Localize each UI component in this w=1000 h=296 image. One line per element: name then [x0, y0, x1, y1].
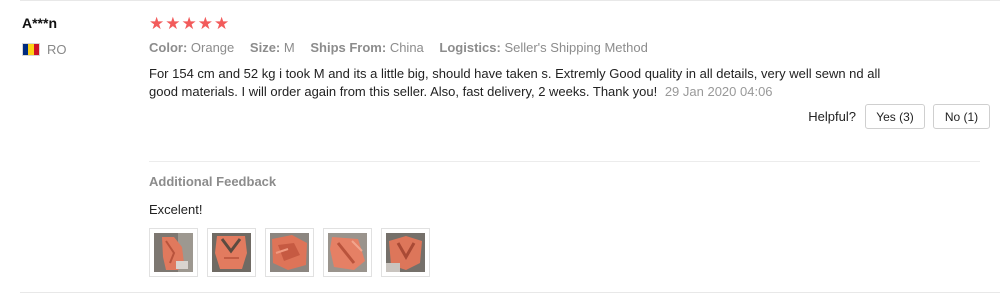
attr-size-value: M	[283, 40, 295, 55]
helpful-no-button[interactable]: No (1)	[933, 104, 990, 129]
star-icon: ★	[149, 14, 165, 33]
helpful-yes-button[interactable]: Yes (3)	[865, 104, 925, 129]
country-code: RO	[47, 42, 67, 57]
review-comment: For 154 cm and 52 kg i took M and its a …	[149, 65, 889, 101]
section-divider	[149, 161, 980, 162]
star-rating: ★ ★ ★ ★ ★	[149, 14, 979, 34]
attr-logistics: Logistics: Seller's Shipping Method	[439, 40, 647, 55]
swimsuit-photo-image	[386, 233, 425, 272]
additional-feedback-text: Excelent!	[149, 202, 203, 217]
attr-color: Color: Orange	[149, 40, 234, 55]
photo-thumbnail[interactable]	[149, 228, 198, 277]
photo-thumbnails	[149, 228, 430, 277]
star-icon: ★	[165, 14, 181, 33]
helpful-label: Helpful?	[808, 109, 856, 124]
photo-thumbnail[interactable]	[265, 228, 314, 277]
star-icon: ★	[181, 14, 197, 33]
top-divider	[20, 0, 1000, 1]
attr-ships-from: Ships From: China	[310, 40, 423, 55]
photo-thumbnail[interactable]	[381, 228, 430, 277]
attr-logistics-label: Logistics:	[439, 40, 501, 55]
swimsuit-photo-image	[270, 233, 309, 272]
additional-feedback-title: Additional Feedback	[149, 174, 277, 189]
helpful-vote: Helpful? Yes (3) No (1)	[808, 104, 990, 129]
reviewer-name: A***n	[22, 15, 58, 31]
review-date: 29 Jan 2020 04:06	[664, 84, 773, 99]
swimsuit-photo-image	[328, 233, 367, 272]
review-body: ★ ★ ★ ★ ★ Color: Orange Size: M Ships From: …	[149, 14, 979, 99]
attr-logistics-value: Seller's Shipping Method	[504, 40, 648, 55]
swimsuit-photo-image	[212, 233, 251, 272]
attr-size-label: Size:	[249, 40, 281, 55]
bottom-divider	[20, 292, 1000, 293]
attr-ships-from-value: China	[389, 40, 424, 55]
attr-ships-from-label: Ships From:	[310, 40, 387, 55]
star-icon: ★	[197, 14, 213, 33]
attr-size: Size: M	[250, 40, 295, 55]
star-icon: ★	[214, 14, 230, 33]
photo-thumbnail[interactable]	[323, 228, 372, 277]
photo-thumbnail[interactable]	[207, 228, 256, 277]
swimsuit-photo-image	[154, 233, 193, 272]
order-attributes: Color: Orange Size: M Ships From: China …	[149, 40, 660, 55]
romania-flag-icon	[22, 43, 40, 56]
attr-color-value: Orange	[190, 40, 235, 55]
reviewer-info: A***n RO	[22, 14, 67, 57]
flag-stripe-red	[33, 44, 39, 55]
reviewer-country: RO	[22, 42, 67, 57]
attr-color-label: Color:	[149, 40, 188, 55]
